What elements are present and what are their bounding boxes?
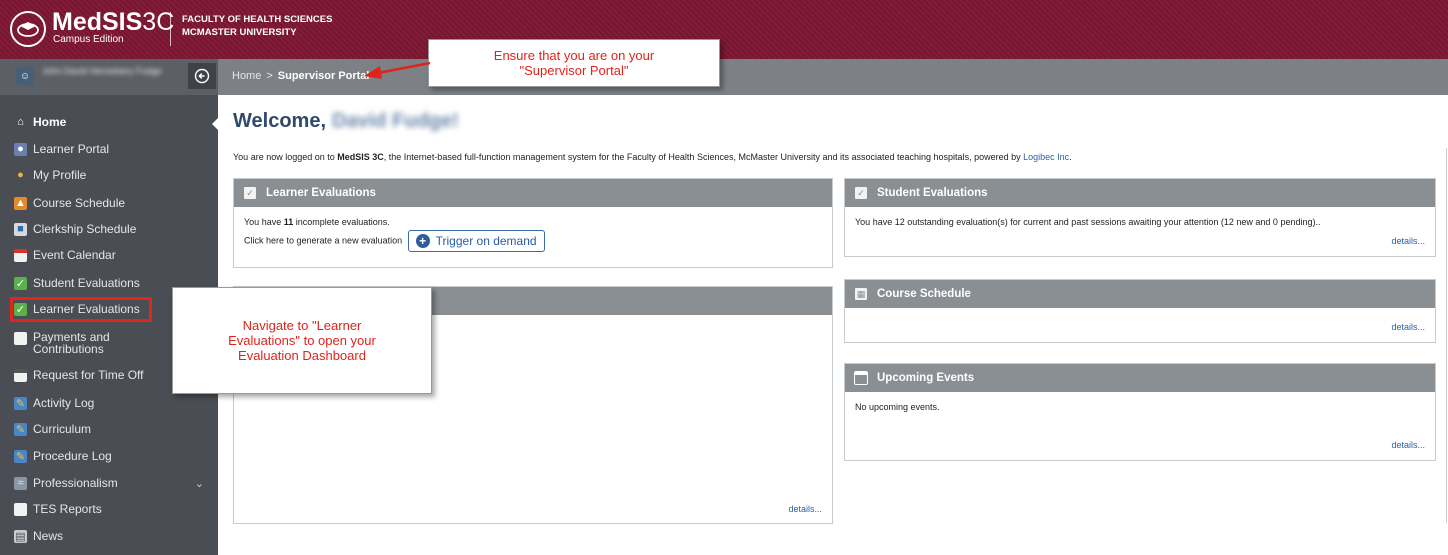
page-title: Welcome, David Fudge! [233,110,459,132]
circle-arrow-left-icon [194,68,210,84]
incomplete-evaluations-text: You have 11 incomplete evaluations. [244,217,390,227]
calendar-icon [14,248,27,262]
no-events-text: No upcoming events. [855,402,940,412]
panel-header: Upcoming Events [845,364,1435,392]
breadcrumb: Home > Supervisor Portal [232,70,369,82]
faculty-name: FACULTY OF HEALTH SCIENCES [182,14,333,25]
panel-title: Student Evaluations [877,187,988,199]
sidebar-item-news[interactable]: ▤ News [0,523,218,549]
university-name: MCMASTER UNIVERSITY [182,27,297,38]
graduation-cap-icon [17,22,39,37]
sidebar-item-event-calendar[interactable]: Event Calendar [0,242,218,268]
intro-text: You are now logged on to MedSIS 3C, the … [233,152,1072,162]
learner-portal-icon: ● [14,142,27,156]
breadcrumb-home[interactable]: Home [232,70,261,82]
details-link[interactable]: details... [1391,440,1425,450]
profile-icon: ● [17,169,24,181]
clerkship-icon: ■ [14,222,27,236]
sidebar-item-home[interactable]: ⌂ Home [0,109,218,135]
medsis-logo-icon[interactable] [10,11,46,47]
evaluation-icon: ✓ [14,276,27,290]
chevron-down-icon[interactable]: ⌄ [195,477,204,490]
generate-evaluation-text: Click here to generate a new evaluation [244,235,403,246]
news-icon: ▤ [14,529,27,543]
panel-header: ✓ Learner Evaluations [234,179,832,207]
collapse-sidebar-button[interactable] [188,63,216,89]
incomplete-count: 11 [283,217,294,227]
app-logo-title[interactable]: MedSIS3C [52,9,174,35]
sidebar-item-professionalism[interactable]: ≈ Professionalism ⌄ [0,470,218,496]
calendar-icon [14,368,27,382]
trigger-on-demand-button[interactable]: + Trigger on demand [407,230,545,252]
sidebar-item-label: Professionalism [33,476,118,490]
sidebar-item-my-profile[interactable]: ● My Profile [0,162,218,188]
panel-header: ▦ Course Schedule [845,280,1435,308]
calendar-icon [854,371,868,385]
learner-evaluations-panel: ✓ Learner Evaluations You have 11 incomp… [233,178,833,268]
panel-header: ✓ Student Evaluations [845,179,1435,207]
sidebar-item-clerkship-schedule[interactable]: ■ Clerkship Schedule [0,216,218,242]
sidebar-item-label: Request for Time Off [33,368,144,382]
payments-icon [14,332,27,345]
upcoming-events-panel: Upcoming Events No upcoming events. deta… [844,363,1436,461]
sidebar-item-course-schedule[interactable]: ▲ Course Schedule [0,190,218,216]
report-icon [14,502,27,516]
callout-supervisor-portal: Ensure that you are on your "Supervisor … [428,39,720,87]
sidebar-item-label: My Profile [33,168,87,182]
details-link[interactable]: details... [788,504,822,514]
outstanding-evaluations-text: You have 12 outstanding evaluation(s) fo… [855,217,1321,227]
sidebar-item-label: Clerkship Schedule [33,222,137,236]
user-name[interactable]: John David Hennebery Fudge [42,66,182,77]
log-icon: ✎ [14,396,27,410]
grid-icon: ▦ [855,288,867,300]
sidebar-item-label: Learner Portal [33,142,110,156]
sidebar-item-label: Procedure Log [33,449,112,463]
details-link[interactable]: details... [1391,236,1425,246]
welcome-user-name: David Fudge! [332,110,459,132]
panel-title: Course Schedule [877,288,971,300]
sidebar-item-label: TES Reports [33,502,102,516]
page-edge-divider [1446,148,1447,523]
breadcrumb-current: Supervisor Portal [277,70,370,82]
sidebar-item-tes-reports[interactable]: TES Reports [0,496,218,522]
panel-title: Learner Evaluations [266,187,376,199]
sidebar-item-learner-portal[interactable]: ● Learner Portal [0,136,218,162]
home-icon: ⌂ [17,116,24,128]
callout-learner-evaluations: Navigate to "Learner Evaluations" to ope… [172,287,432,394]
log-icon: ✎ [14,422,27,436]
sidebar-item-curriculum[interactable]: ✎ Curriculum [0,416,218,442]
avatar[interactable]: ☺ [16,67,34,85]
generate-evaluation-row: Click here to generate a new evaluation … [244,230,822,252]
sidebar-item-label: Event Calendar [33,248,116,262]
sidebar-item-procedure-log[interactable]: ✎ Procedure Log [0,443,218,469]
checklist-icon: ✓ [244,187,256,199]
highlight-learner-evaluations [10,297,152,322]
chart-icon: ≈ [14,476,27,490]
log-icon: ✎ [14,449,27,463]
sidebar-item-label: Student Evaluations [33,276,140,290]
course-schedule-icon: ▲ [14,196,27,210]
student-evaluations-panel: ✓ Student Evaluations You have 12 outsta… [844,178,1436,257]
sidebar-item-label: Activity Log [33,396,95,410]
sidebar-item-label: Curriculum [33,422,92,436]
app-logo-subtitle: Campus Edition [53,34,124,45]
logibec-link[interactable]: Logibec Inc [1023,152,1069,162]
sidebar-item-label: Home [33,115,67,129]
sidebar-item-label: News [33,529,64,543]
sidebar-item-label: Course Schedule [33,196,126,210]
sidebar-item-label: Payments and Contributions [33,330,110,356]
breadcrumb-separator: > [266,70,273,82]
details-link[interactable]: details... [1391,322,1425,332]
plus-circle-icon: + [415,234,430,248]
panel-title: Upcoming Events [877,372,975,384]
course-schedule-panel: ▦ Course Schedule details... [844,279,1436,343]
header-divider [170,12,171,46]
checklist-icon: ✓ [855,187,867,199]
